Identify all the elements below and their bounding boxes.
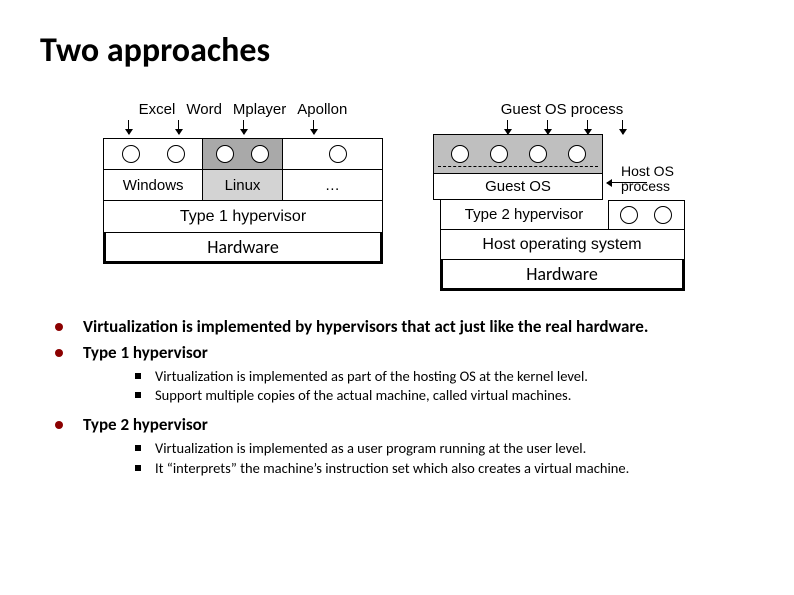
process-icon (167, 145, 185, 163)
bullet-item: Virtualization is implemented by hypervi… (55, 316, 754, 339)
process-icon (451, 145, 469, 163)
diagram-area: Excel Word Mplayer Apollon Wind (40, 101, 754, 291)
process-icon (654, 206, 672, 224)
slide-title: Two approaches (40, 30, 754, 71)
host-os-box: Host operating system (440, 230, 685, 260)
arrows (477, 120, 647, 134)
process-icon (251, 145, 269, 163)
sub-bullet: Virtualization is implemented as part of… (135, 367, 754, 387)
bullet-item: Type 1 hypervisor Virtualization is impl… (55, 342, 754, 406)
process-icon (329, 145, 347, 163)
sub-bullet: Virtualization is implemented as a user … (135, 439, 754, 459)
app-label: Mplayer (229, 101, 290, 118)
os-cell: Windows (104, 170, 203, 200)
guest-process-label: Guest OS process (501, 101, 624, 118)
app-label: Word (182, 101, 226, 118)
hardware-box: Hardware (103, 232, 383, 264)
os-cell: Linux (203, 170, 282, 200)
bullet-item: Type 2 hypervisor Virtualization is impl… (55, 414, 754, 478)
host-process-label: Host OS process (621, 164, 691, 195)
type2-hypervisor-label: Type 2 hypervisor (441, 200, 609, 229)
process-icon (490, 145, 508, 163)
arrow-line (607, 182, 647, 183)
sub-bullet: It “interprets” the machine’s instructio… (135, 459, 754, 479)
process-icon (568, 145, 586, 163)
process-icon (620, 206, 638, 224)
process-icon (122, 145, 140, 163)
app-label: Excel (135, 101, 180, 118)
type1-hypervisor-box: Type 1 hypervisor (103, 201, 383, 233)
bullet-list: Virtualization is implemented by hypervi… (40, 316, 754, 478)
process-icon (216, 145, 234, 163)
os-cell: … (283, 170, 382, 200)
hardware-box: Hardware (440, 259, 685, 291)
guest-process-box (433, 134, 603, 174)
type2-hypervisor-row: Type 2 hypervisor (440, 200, 685, 230)
host-processes (609, 200, 684, 229)
apps-labels: Excel Word Mplayer Apollon (135, 101, 352, 118)
process-icon (529, 145, 547, 163)
app-label: Apollon (293, 101, 351, 118)
type1-diagram: Excel Word Mplayer Apollon Wind (103, 101, 383, 291)
type2-diagram: Guest OS process Guest OS Host OS proces… (433, 101, 691, 291)
os-row: Windows Linux … (103, 170, 383, 201)
process-row (103, 138, 383, 170)
guest-os-box: Guest OS (433, 174, 603, 200)
arrows (103, 120, 383, 138)
sub-bullet: Support multiple copies of the actual ma… (135, 386, 754, 406)
